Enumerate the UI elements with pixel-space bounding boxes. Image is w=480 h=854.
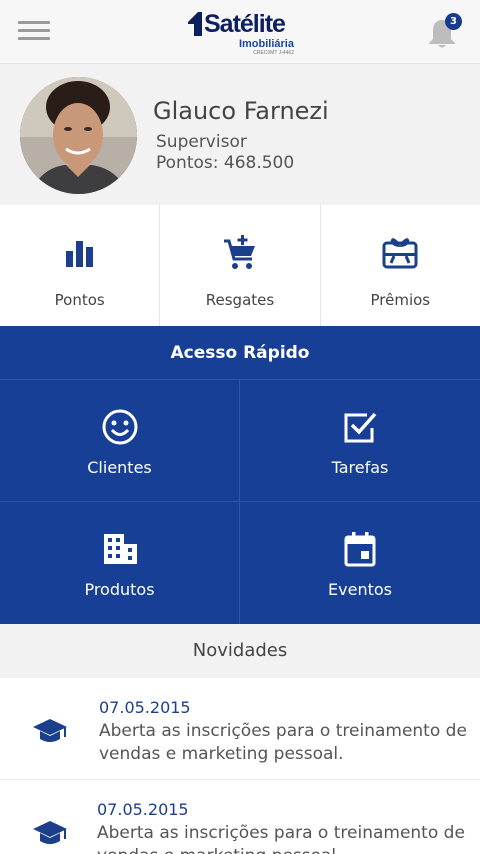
bar-chart-icon bbox=[65, 241, 93, 267]
app-header: Satélite Imobiliária CRECI/MT J-4462 3 bbox=[0, 0, 480, 64]
stat-resgates[interactable]: Resgates bbox=[160, 205, 321, 326]
profile-name: Glauco Farnezi bbox=[153, 97, 329, 125]
stat-label: Pontos bbox=[54, 291, 105, 309]
stat-pontos[interactable]: Pontos bbox=[0, 205, 161, 326]
smiley-icon bbox=[102, 409, 137, 445]
logo-subtitle: Imobiliária bbox=[238, 38, 294, 50]
stat-premios[interactable]: Prêmios bbox=[321, 205, 480, 326]
cart-add-icon bbox=[223, 235, 255, 269]
notification-badge[interactable]: 3 bbox=[445, 13, 462, 30]
satelite-logo: Satélite Imobiliária CRECI/MT J-4462 bbox=[188, 8, 296, 56]
stat-label: Prêmios bbox=[370, 291, 431, 309]
avatar[interactable] bbox=[20, 77, 137, 194]
tile-tarefas[interactable]: Tarefas bbox=[240, 380, 480, 502]
calendar-icon bbox=[344, 532, 376, 567]
profile-section: Glauco Farnezi Supervisor Pontos: 468.50… bbox=[0, 65, 480, 205]
graduation-cap-icon bbox=[33, 719, 67, 742]
checkbox-icon bbox=[344, 412, 377, 443]
stats-row: Pontos Resgates Prêmios bbox=[0, 205, 480, 326]
stat-label: Resgates bbox=[205, 291, 275, 309]
news-item[interactable]: 07.05.2015 Aberta as inscrições para o t… bbox=[0, 678, 480, 780]
logo-registration: CRECI/MT J-4462 bbox=[253, 50, 294, 56]
tile-label: Tarefas bbox=[331, 458, 389, 477]
avatar-photo bbox=[20, 77, 137, 194]
news-date: 07.05.2015 bbox=[99, 698, 191, 717]
profile-points: Pontos: 468.500 bbox=[156, 153, 295, 173]
news-text: Aberta as inscrições para o treinamento … bbox=[99, 721, 467, 764]
news-list: 07.05.2015 Aberta as inscrições para o t… bbox=[0, 678, 480, 854]
tile-label: Eventos bbox=[328, 580, 392, 599]
news-title: Novidades bbox=[0, 624, 480, 678]
hamburger-menu-icon[interactable] bbox=[18, 18, 52, 44]
quick-access-title: Acesso Rápido bbox=[0, 326, 480, 380]
tile-label: Produtos bbox=[84, 580, 155, 599]
quick-access-grid: Clientes Tarefas Produtos Eventos bbox=[0, 380, 480, 624]
news-item[interactable]: 07.05.2015 Aberta as inscrições para o t… bbox=[0, 780, 480, 854]
gift-card-icon bbox=[382, 238, 418, 269]
tile-label: Clientes bbox=[87, 458, 152, 477]
news-text: Aberta as inscrições para o treinamento … bbox=[97, 823, 465, 854]
building-icon bbox=[103, 534, 137, 564]
news-date: 07.05.2015 bbox=[97, 800, 189, 819]
tile-produtos[interactable]: Produtos bbox=[0, 502, 240, 624]
tile-eventos[interactable]: Eventos bbox=[240, 502, 480, 624]
tile-clientes[interactable]: Clientes bbox=[0, 380, 240, 502]
logo-name: Satélite bbox=[204, 10, 286, 38]
profile-role: Supervisor bbox=[156, 132, 247, 152]
graduation-cap-icon bbox=[33, 821, 67, 844]
